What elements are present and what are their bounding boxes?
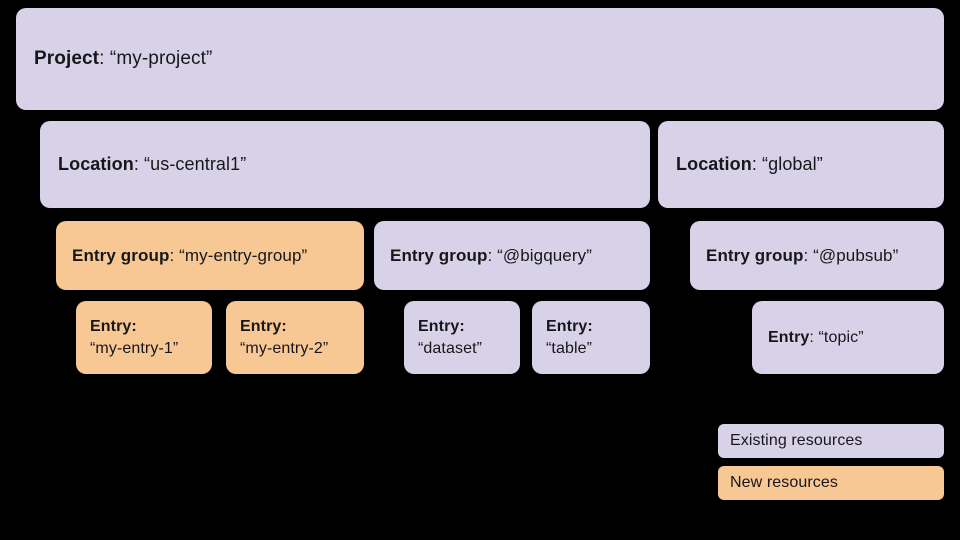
legend-item-existing-resources: Existing resources	[718, 424, 944, 458]
entry-value: “my-entry-2”	[240, 339, 329, 357]
entry-label: Entry:	[418, 318, 465, 336]
location-box-global: Location: “global”	[658, 121, 944, 208]
entry-group-value: “my-entry-group”	[179, 245, 308, 265]
project-box-text: Project: “my-project”	[34, 47, 212, 71]
entry-value: “table”	[546, 339, 593, 357]
diagram-canvas: Project: “my-project” Location: “us-cent…	[0, 0, 960, 540]
entry-group-box-my-entry-group: Entry group: “my-entry-group”	[56, 221, 364, 290]
location-colon: :	[133, 153, 145, 174]
location-box-us-central1: Location: “us-central1”	[40, 121, 650, 208]
entry-group-value: “@pubsub”	[813, 245, 899, 265]
entry-group-label: Entry group	[72, 245, 170, 265]
entry-group-colon: :	[487, 245, 498, 265]
location-value: “us-central1”	[144, 153, 247, 174]
entry-box-table: Entry: “table”	[532, 301, 650, 374]
entry-box-text: Entry: “topic”	[768, 327, 864, 348]
entry-box-text: Entry: “my-entry-2”	[240, 316, 328, 358]
entry-group-colon: :	[803, 245, 814, 265]
entry-box-text: Entry: “table”	[546, 316, 593, 358]
location-box-text: Location: “global”	[676, 153, 823, 176]
entry-group-label: Entry group	[390, 245, 488, 265]
location-box-text: Location: “us-central1”	[58, 153, 246, 176]
project-colon: :	[99, 47, 110, 69]
entry-colon: :	[809, 328, 819, 346]
entry-group-value: “@bigquery”	[497, 245, 592, 265]
location-colon: :	[751, 153, 763, 174]
entry-box-my-entry-2: Entry: “my-entry-2”	[226, 301, 364, 374]
entry-box-text: Entry: “dataset”	[418, 316, 482, 358]
entry-box-topic: Entry: “topic”	[752, 301, 944, 374]
entry-label: Entry	[768, 328, 810, 346]
entry-group-box-text: Entry group: “@pubsub”	[706, 245, 898, 267]
project-label: Project	[34, 47, 100, 69]
entry-group-label: Entry group	[706, 245, 804, 265]
entry-group-box-pubsub: Entry group: “@pubsub”	[690, 221, 944, 290]
legend-existing-label: Existing resources	[730, 431, 863, 449]
legend-new-label: New resources	[730, 473, 839, 491]
entry-label: Entry:	[90, 318, 137, 336]
entry-box-my-entry-1: Entry: “my-entry-1”	[76, 301, 212, 374]
entry-box-text: Entry: “my-entry-1”	[90, 316, 178, 358]
entry-group-box-text: Entry group: “my-entry-group”	[72, 245, 307, 267]
project-value: “my-project”	[109, 47, 213, 69]
entry-value: “my-entry-1”	[90, 339, 179, 357]
project-box: Project: “my-project”	[16, 8, 944, 110]
entry-label: Entry:	[546, 318, 593, 336]
entry-group-box-text: Entry group: “@bigquery”	[390, 245, 592, 267]
entry-group-box-bigquery: Entry group: “@bigquery”	[374, 221, 650, 290]
location-value: “global”	[762, 153, 823, 174]
entry-value: “topic”	[818, 328, 864, 346]
entry-box-dataset: Entry: “dataset”	[404, 301, 520, 374]
entry-value: “dataset”	[418, 339, 483, 357]
legend-item-new-resources: New resources	[718, 466, 944, 500]
location-label: Location	[676, 153, 752, 174]
entry-label: Entry:	[240, 318, 287, 336]
location-label: Location	[58, 153, 134, 174]
entry-group-colon: :	[169, 245, 180, 265]
